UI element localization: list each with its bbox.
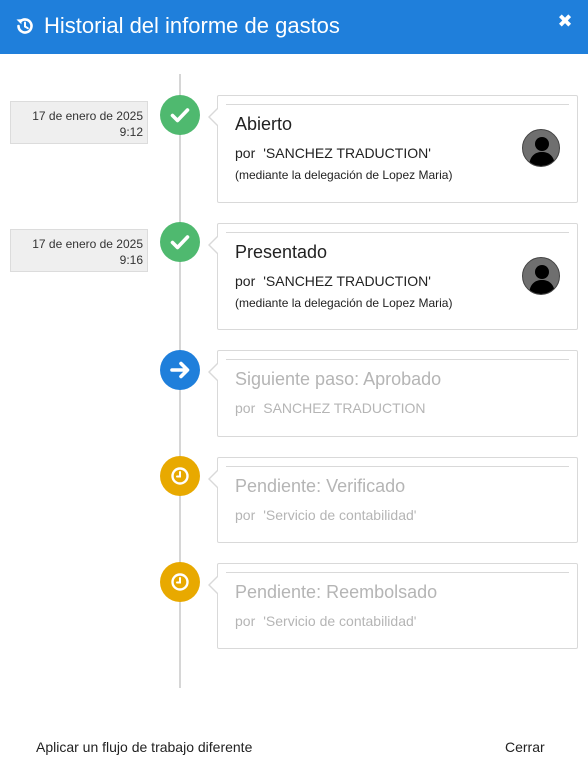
close-button[interactable]: Cerrar [505,738,545,756]
avatar [522,257,560,295]
arrow-right-icon [160,350,200,390]
clock-icon [160,456,200,496]
step-actor: por 'Servicio de contabilidad' [235,507,417,523]
timestamp-badge: 17 de enero de 2025 9:12 [10,101,148,144]
timeline-card: Pendiente: Reembolsado por 'Servicio de c… [208,563,578,649]
timestamp-time: 9:16 [119,253,143,267]
avatar [522,129,560,167]
timestamp-date: 17 de enero de 2025 [32,109,143,123]
apply-workflow-link[interactable]: Aplicar un flujo de trabajo diferente [36,738,252,756]
timeline-card: Siguiente paso: Aprobado por SANCHEZ TRAD… [208,350,578,437]
close-icon[interactable]: ✖ [554,10,576,32]
timeline-card: Abierto por 'SANCHEZ TRADUCTION' (mediant… [208,95,578,203]
step-title: Abierto [235,114,293,134]
card-divider [226,359,569,360]
timestamp-time: 9:12 [119,125,143,139]
step-title: Siguiente paso: Aprobado [235,369,442,389]
delegation-note: (mediante la delegación de Lopez Maria) [235,296,453,310]
dialog-title: Historial del informe de gastos [44,13,340,38]
clock-icon [160,562,200,602]
check-icon [160,222,200,262]
timestamp-date: 17 de enero de 2025 [32,237,143,251]
check-icon [160,95,200,135]
history-icon [14,15,36,37]
step-title: Pendiente: Reembolsado [235,582,438,602]
step-actor: por 'SANCHEZ TRADUCTION' [235,273,431,289]
step-actor: por 'SANCHEZ TRADUCTION' [235,145,431,161]
timeline-card: Pendiente: Verificado por 'Servicio de co… [208,457,578,543]
card-divider [226,466,569,467]
step-title: Presentado [235,242,328,262]
step-title: Pendiente: Verificado [235,476,406,496]
step-actor: por 'Servicio de contabilidad' [235,613,417,629]
card-divider [226,104,569,105]
step-actor: por SANCHEZ TRADUCTION [235,400,426,416]
delegation-note: (mediante la delegación de Lopez Maria) [235,168,453,182]
card-divider [226,572,569,573]
timeline-card: Presentado por 'SANCHEZ TRADUCTION' (medi… [208,223,578,330]
timestamp-badge: 17 de enero de 2025 9:16 [10,229,148,272]
card-divider [226,232,569,233]
dialog-header: Historial del informe de gastos ✖ [0,0,588,54]
